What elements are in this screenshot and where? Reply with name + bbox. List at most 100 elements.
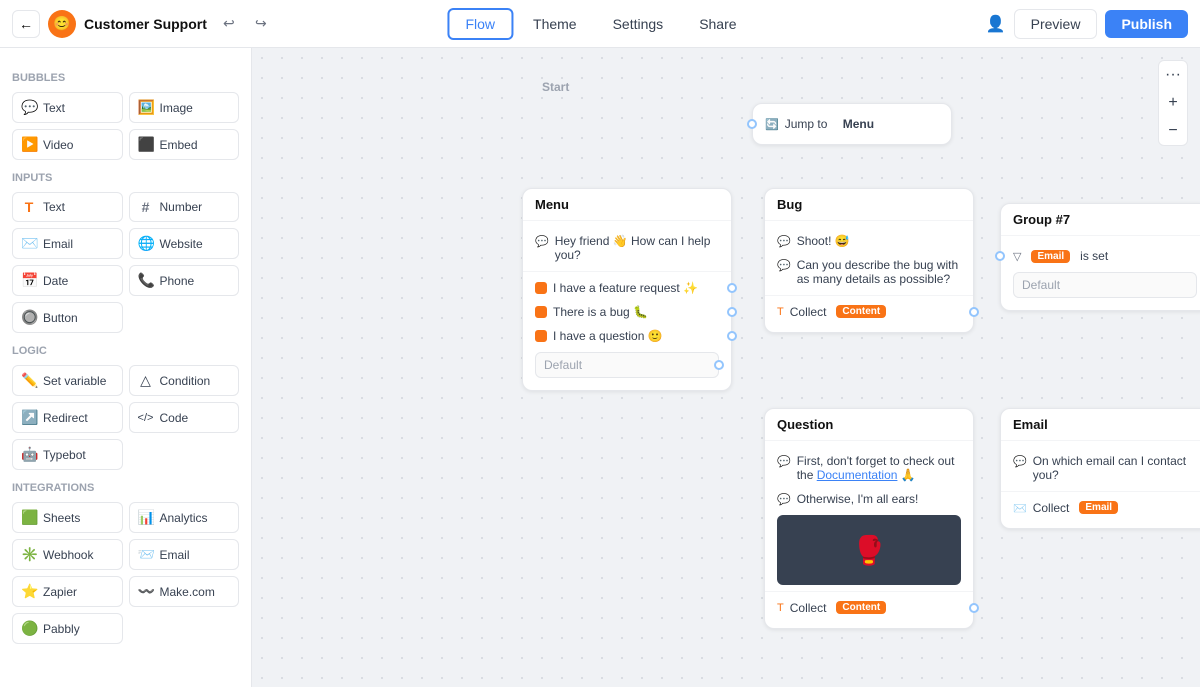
group7-filter-row: ▽ Email is set	[1001, 244, 1200, 268]
pabbly-label: Pabbly	[43, 622, 80, 636]
group7-node-title: Group #7	[1001, 204, 1200, 236]
embed-icon: ⬛	[138, 136, 154, 153]
choice-checkbox-2	[535, 306, 547, 318]
zoom-out-button[interactable]: −	[1159, 117, 1187, 145]
sidebar-item-website[interactable]: 🌐 Website	[129, 228, 240, 259]
collect-icon-q: T	[777, 602, 784, 614]
sidebar-item-webhook[interactable]: ✳️ Webhook	[12, 539, 123, 570]
menu-node-title: Menu	[523, 189, 731, 221]
code-label: Code	[160, 411, 189, 425]
docs-link[interactable]: Documentation	[817, 468, 898, 482]
zoom-dots-icon: ···	[1165, 66, 1181, 84]
redirect-label: Redirect	[43, 411, 88, 425]
sidebar-item-video[interactable]: ▶️ Video	[12, 129, 123, 160]
sidebar-item-text[interactable]: 💬 Text	[12, 92, 123, 123]
bubble-icon-email: 💬	[1013, 455, 1027, 468]
sidebar-item-phone[interactable]: 📞 Phone	[129, 265, 240, 296]
video-icon: ▶️	[21, 136, 37, 153]
choice-question[interactable]: I have a question 🙂	[523, 324, 731, 348]
sidebar-item-image[interactable]: 🖼️ Image	[129, 92, 240, 123]
jump-menu-row: 🔄 Jump to Menu	[753, 112, 951, 136]
choice-bug[interactable]: There is a bug 🐛	[523, 300, 731, 324]
makecom-icon: 〰️	[138, 583, 154, 600]
sidebar-item-button[interactable]: 🔘 Button	[12, 302, 123, 333]
embed-label: Embed	[160, 138, 198, 152]
bug-shoot-text: Shoot! 😅	[797, 234, 850, 248]
publish-button[interactable]: Publish	[1105, 10, 1188, 38]
email-question-row: 💬 On which email can I contact you?	[1001, 449, 1200, 487]
text-input-icon: T	[21, 199, 37, 215]
canvas[interactable]: Start Menu 💬 Hey friend 👋 How can I help…	[252, 48, 1200, 687]
question-collect-badge: Content	[836, 601, 886, 614]
analytics-icon: 📊	[138, 509, 154, 526]
sidebar-item-zapier[interactable]: ⭐ Zapier	[12, 576, 123, 607]
text-bubble-label: Text	[43, 101, 65, 115]
date-label: Date	[43, 274, 68, 288]
sidebar-item-text-input[interactable]: T Text	[12, 192, 123, 222]
connector-right-3	[727, 331, 737, 341]
sidebar-item-date[interactable]: 📅 Date	[12, 265, 123, 296]
image-label: Image	[160, 101, 193, 115]
zoom-dots-button[interactable]: ···	[1159, 61, 1187, 89]
website-icon: 🌐	[138, 235, 154, 252]
undo-button[interactable]: ↩	[215, 10, 243, 38]
jump-menu-body: 🔄 Jump to Menu	[753, 104, 951, 144]
back-button[interactable]: ←	[12, 10, 40, 38]
group7-node-body: ▽ Email is set Default	[1001, 236, 1200, 310]
group7-connector-left	[995, 251, 1005, 261]
tab-flow[interactable]: Flow	[447, 8, 513, 40]
condition-label: Condition	[160, 374, 211, 388]
sidebar-item-pabbly[interactable]: 🟢 Pabbly	[12, 613, 123, 644]
node-menu[interactable]: Menu 💬 Hey friend 👋 How can I help you? …	[522, 188, 732, 391]
phone-label: Phone	[160, 274, 195, 288]
menu-greeting-text: Hey friend 👋 How can I help you?	[555, 234, 719, 262]
typebot-label: Typebot	[43, 448, 86, 462]
sidebar-item-number[interactable]: # Number	[129, 192, 240, 222]
node-bug[interactable]: Bug 💬 Shoot! 😅 💬 Can you describe the bu…	[764, 188, 974, 333]
sidebar-item-setvariable[interactable]: ✏️ Set variable	[12, 365, 123, 396]
zapier-label: Zapier	[43, 585, 77, 599]
node-group7[interactable]: Group #7 ▽ Email is set Default	[1000, 203, 1200, 311]
sidebar-item-makecom[interactable]: 〰️ Make.com	[129, 576, 240, 607]
email-input-label: Email	[43, 237, 73, 251]
sidebar-item-code[interactable]: </> Code	[129, 402, 240, 433]
node-email[interactable]: Email 💬 On which email can I contact you…	[1000, 408, 1200, 529]
redo-button[interactable]: ↪	[247, 10, 275, 38]
sidebar-item-embed[interactable]: ⬛ Embed	[129, 129, 240, 160]
sidebar-item-analytics[interactable]: 📊 Analytics	[129, 502, 240, 533]
group7-default[interactable]: Default	[1013, 272, 1197, 298]
email-collect-row: ✉️ Collect Email	[1001, 496, 1200, 520]
sidebar-item-email[interactable]: ✉️ Email	[12, 228, 123, 259]
node-question[interactable]: Question 💬 First, don't forget to check …	[764, 408, 974, 629]
tab-settings[interactable]: Settings	[597, 10, 680, 38]
bug-connector-right	[969, 307, 979, 317]
bubble-icon-q2: 💬	[777, 493, 791, 506]
sidebar-item-typebot[interactable]: 🤖 Typebot	[12, 439, 123, 470]
node-jump-menu[interactable]: 🔄 Jump to Menu	[752, 103, 952, 145]
preview-button[interactable]: Preview	[1014, 9, 1098, 39]
website-label: Website	[160, 237, 203, 251]
email-node-body: 💬 On which email can I contact you? ✉️ C…	[1001, 441, 1200, 528]
bubble-icon: 💬	[535, 235, 549, 248]
sidebar-item-condition[interactable]: △ Condition	[129, 365, 240, 396]
bug-node-body: 💬 Shoot! 😅 💬 Can you describe the bug wi…	[765, 221, 973, 332]
choice-feature[interactable]: I have a feature request ✨	[523, 276, 731, 300]
sidebar-item-email-int[interactable]: 📨 Email	[129, 539, 240, 570]
sidebar-item-sheets[interactable]: 🟩 Sheets	[12, 502, 123, 533]
zoom-in-button[interactable]: +	[1159, 89, 1187, 117]
bubble-icon-bug2: 💬	[777, 259, 791, 272]
tab-share[interactable]: Share	[683, 10, 752, 38]
bubbles-grid: 💬 Text 🖼️ Image ▶️ Video ⬛ Embed	[12, 92, 239, 160]
email-node-title: Email	[1001, 409, 1200, 441]
sidebar-item-redirect[interactable]: ↗️ Redirect	[12, 402, 123, 433]
collect-icon-bug: T	[777, 306, 784, 318]
bug-node-title: Bug	[765, 189, 973, 221]
tab-theme[interactable]: Theme	[517, 10, 593, 38]
text-bubble-icon: 💬	[21, 99, 37, 116]
menu-default[interactable]: Default	[535, 352, 719, 378]
logic-section-label: Logic	[12, 345, 239, 357]
bug-collect-label: Collect	[790, 305, 827, 319]
button-icon: 🔘	[21, 309, 37, 326]
email-collect-badge: Email	[1079, 501, 1118, 514]
bubble-icon-q1: 💬	[777, 455, 791, 468]
